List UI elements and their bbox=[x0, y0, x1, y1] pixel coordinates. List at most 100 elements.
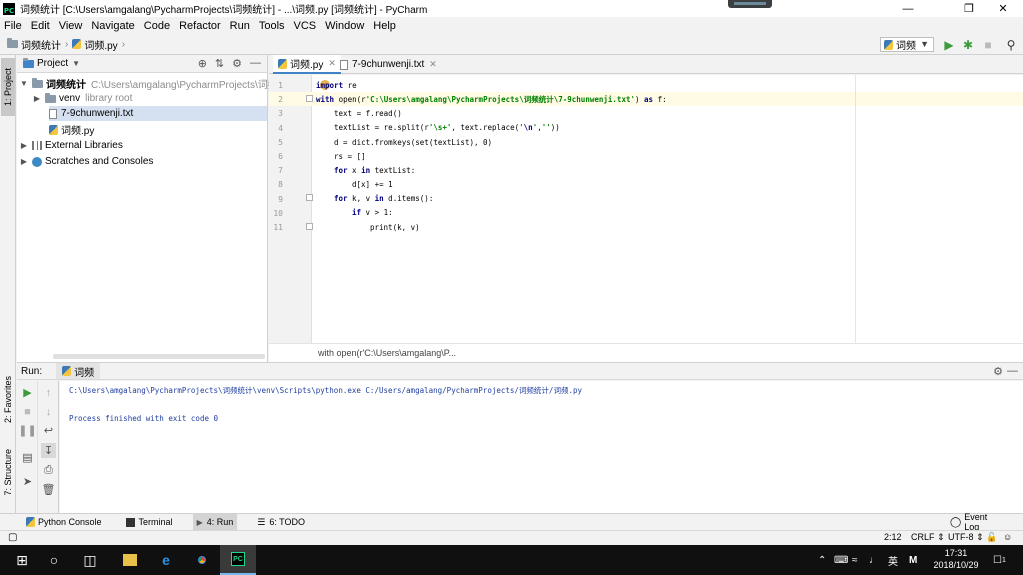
minimize-button[interactable]: — bbox=[885, 0, 931, 17]
gear-icon[interactable]: ⚙ bbox=[993, 365, 1003, 378]
trash-icon[interactable]: 🗑 bbox=[41, 482, 56, 497]
tab-favorites[interactable]: 2: Favorites bbox=[1, 368, 15, 432]
chevron-down-icon[interactable]: ▼ bbox=[19, 79, 29, 88]
file-encoding[interactable]: UTF-8 ⇕ bbox=[948, 532, 984, 543]
editor-tab-txt[interactable]: 7-9chunwenji.txt ✕ bbox=[335, 55, 442, 74]
start-icon[interactable]: ⊞ bbox=[4, 545, 40, 575]
print-icon[interactable]: ⎙ bbox=[41, 463, 56, 478]
scroll-to-end-icon[interactable]: ↧ bbox=[41, 443, 56, 458]
rerun-icon[interactable]: ▶ bbox=[20, 385, 35, 400]
ime-mode-indicator[interactable]: M bbox=[909, 545, 917, 575]
tab-structure[interactable]: 7: Structure bbox=[1, 440, 15, 504]
tray-chevron-icon[interactable]: ⌃ bbox=[818, 545, 826, 575]
tab-todo[interactable]: ☰ 6: TODO bbox=[253, 514, 309, 530]
hide-icon[interactable]: — bbox=[250, 57, 261, 70]
notification-count: 1 bbox=[1001, 556, 1006, 564]
menu-view[interactable]: View bbox=[59, 20, 83, 32]
debug-icon[interactable]: ✱ bbox=[960, 37, 976, 52]
cursor-position[interactable]: 2:12 bbox=[884, 532, 902, 542]
run-tab[interactable]: 词频 bbox=[56, 363, 101, 379]
tree-item-txt[interactable]: 7-9chunwenji.txt bbox=[49, 106, 267, 121]
breadcrumb-separator: › bbox=[65, 38, 69, 50]
run-console[interactable]: C:\Users\amgalang\PycharmProjects\词频统计\v… bbox=[60, 381, 1023, 513]
breadcrumb-file[interactable]: 词频.py bbox=[72, 37, 118, 52]
edge-icon[interactable]: e bbox=[148, 545, 184, 575]
run-panel-header: Run: 词频 ⚙ — bbox=[17, 362, 1023, 380]
gear-icon[interactable]: ⚙ bbox=[232, 57, 242, 70]
run-config-select[interactable]: 词频 ▼ bbox=[880, 37, 934, 52]
tab-terminal[interactable]: Terminal bbox=[122, 514, 177, 530]
chevron-down-icon[interactable]: ▼ bbox=[72, 59, 80, 68]
menu-run[interactable]: Run bbox=[230, 20, 250, 32]
chevron-right-icon[interactable]: ▶ bbox=[19, 157, 29, 166]
task-view-icon[interactable]: ◫ bbox=[72, 545, 108, 575]
tree-venv-label: venv bbox=[59, 93, 81, 104]
fold-marker[interactable] bbox=[306, 95, 313, 102]
run-icon[interactable]: ▶ bbox=[941, 37, 957, 52]
fold-marker[interactable] bbox=[306, 223, 313, 230]
project-panel-title[interactable]: Project bbox=[37, 58, 68, 69]
hide-icon[interactable]: — bbox=[1007, 365, 1018, 377]
menu-tools[interactable]: Tools bbox=[259, 20, 285, 32]
tab-python-console[interactable]: Python Console bbox=[22, 514, 106, 530]
arrow-down-icon[interactable]: ↓ bbox=[41, 404, 56, 419]
collapse-icon[interactable]: ⇅ bbox=[215, 57, 224, 70]
editor-breadcrumb[interactable]: with open(r'C:\Users\amgalang\P... bbox=[269, 343, 1023, 362]
tab-event-log[interactable]: ◯ Event Log bbox=[946, 512, 1007, 532]
tree-item-scratches[interactable]: ▶ Scratches and Consoles bbox=[19, 154, 153, 169]
locate-icon[interactable]: ⊕ bbox=[198, 57, 207, 70]
menu-vcs[interactable]: VCS bbox=[294, 20, 317, 32]
breadcrumb-project[interactable]: 词频统计 bbox=[7, 37, 61, 52]
wifi-icon[interactable]: ≈ bbox=[852, 545, 858, 575]
close-window-button[interactable]: ✕ bbox=[980, 0, 1023, 17]
line-separator[interactable]: CRLF ⇕ bbox=[911, 532, 945, 543]
tree-item-external[interactable]: ▶ External Libraries bbox=[19, 138, 123, 153]
system-clock[interactable]: 17:31 2018/10/29 bbox=[925, 547, 987, 571]
menu-help[interactable]: Help bbox=[373, 20, 396, 32]
menu-code[interactable]: Code bbox=[144, 20, 170, 32]
arrow-up-icon[interactable]: ↑ bbox=[41, 385, 56, 400]
line-number: 11 bbox=[273, 223, 283, 232]
code-editor[interactable] bbox=[312, 75, 1023, 343]
line-number: 6 bbox=[278, 152, 283, 161]
fold-marker[interactable] bbox=[306, 194, 313, 201]
stop-icon[interactable]: ■ bbox=[20, 404, 35, 419]
soft-wrap-icon[interactable]: ↩ bbox=[41, 423, 56, 438]
tab-run[interactable]: ▶ 4: Run bbox=[192, 514, 238, 530]
keyboard-icon[interactable]: ⌨ bbox=[834, 545, 848, 575]
python-file-icon bbox=[72, 39, 82, 49]
horizontal-scrollbar[interactable] bbox=[53, 354, 265, 359]
line-number: 5 bbox=[278, 138, 283, 147]
volume-icon[interactable]: ♩ bbox=[869, 545, 879, 575]
run-toolbar-secondary: ↑ ↓ ↩ ↧ ⎙ 🗑 bbox=[38, 381, 59, 513]
tab-project[interactable]: 1: Project bbox=[1, 58, 15, 116]
chrome-icon[interactable] bbox=[184, 545, 220, 575]
ime-indicator[interactable]: 英 bbox=[888, 545, 898, 575]
pause-icon[interactable]: ❚❚ bbox=[18, 423, 36, 438]
chevron-right-icon[interactable]: ▶ bbox=[19, 141, 29, 150]
toolbar-handle[interactable] bbox=[728, 0, 772, 8]
file-explorer-icon[interactable] bbox=[112, 545, 148, 575]
tree-item-py[interactable]: 词频.py bbox=[49, 122, 94, 137]
menu-file[interactable]: File bbox=[4, 20, 22, 32]
menu-navigate[interactable]: Navigate bbox=[91, 20, 134, 32]
chevron-right-icon[interactable]: ▶ bbox=[32, 94, 42, 103]
pycharm-taskbar-icon[interactable]: PC bbox=[220, 545, 256, 575]
tree-item-root[interactable]: ▼ 词频统计 C:\Users\amgalang\PycharmProjects… bbox=[19, 76, 278, 91]
stop-icon[interactable]: ■ bbox=[980, 37, 996, 52]
tree-item-venv[interactable]: ▶ venv library root bbox=[32, 91, 132, 106]
pin-icon[interactable]: ➤ bbox=[20, 474, 35, 489]
cortana-icon[interactable]: ○ bbox=[36, 545, 72, 575]
search-icon[interactable]: ⚲ bbox=[1003, 37, 1019, 52]
editor-tab-py[interactable]: 词频.py ✕ bbox=[273, 55, 341, 74]
notification-icon[interactable]: ☐ 1 bbox=[993, 545, 1006, 575]
menu-bar: File Edit View Navigate Code Refactor Ru… bbox=[0, 17, 1023, 34]
layout-icon[interactable]: ▤ bbox=[20, 450, 35, 465]
panel-toggle-icon[interactable]: ▢ bbox=[8, 532, 17, 543]
inspector-icon[interactable]: ☺ bbox=[1003, 532, 1012, 542]
menu-window[interactable]: Window bbox=[325, 20, 364, 32]
menu-refactor[interactable]: Refactor bbox=[179, 20, 221, 32]
lock-icon[interactable]: 🔓 bbox=[986, 532, 997, 543]
close-icon[interactable]: ✕ bbox=[429, 59, 437, 70]
menu-edit[interactable]: Edit bbox=[31, 20, 50, 32]
